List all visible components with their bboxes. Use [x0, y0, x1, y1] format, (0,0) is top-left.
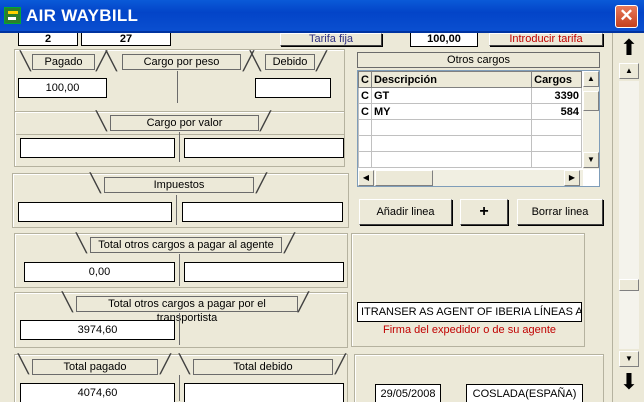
- agente-left-field[interactable]: 0,00: [24, 262, 175, 282]
- slash-left: ╲: [62, 292, 73, 312]
- cell-c[interactable]: C: [358, 87, 372, 104]
- tab-agente[interactable]: Total otros cargos a pagar al agente: [90, 237, 282, 253]
- grid-vertical-scrollbar[interactable]: ▲ ▼: [583, 71, 599, 169]
- debido-field[interactable]: [255, 78, 331, 98]
- slash-right: ╱: [316, 51, 327, 71]
- divider: [177, 71, 178, 103]
- introducir-tarifa-button[interactable]: Introducir tarifa: [489, 33, 603, 46]
- agente-right-field[interactable]: [184, 262, 344, 282]
- tab-pagado[interactable]: Pagado: [32, 54, 95, 70]
- close-button[interactable]: ✕: [615, 5, 638, 28]
- tarifa-fija-button[interactable]: Tarifa fija: [280, 33, 382, 46]
- total-debido-field[interactable]: [184, 383, 344, 402]
- divider: [176, 195, 177, 225]
- slash-right: ╱: [160, 354, 171, 374]
- otros-cargos-header: Otros cargos: [357, 52, 600, 68]
- total-pagado-field[interactable]: 4074,60: [20, 383, 175, 402]
- tarifa-value-field[interactable]: 100,00: [410, 33, 478, 47]
- scroll-left-icon[interactable]: ◀: [358, 170, 374, 186]
- slash-left: ╲: [18, 354, 29, 374]
- pagado-field[interactable]: 100,00: [18, 78, 107, 98]
- table-row[interactable]: C GT 3390: [358, 87, 582, 104]
- slash-left: ╲: [250, 51, 261, 71]
- add-plus-button[interactable]: +: [460, 199, 508, 225]
- divider: [179, 132, 180, 162]
- cell-descripcion[interactable]: MY: [370, 103, 533, 120]
- table-header-row: C Descripción Cargos: [358, 71, 582, 88]
- slash-left: ╲: [179, 354, 190, 374]
- horizontal-scroll-thumb[interactable]: [375, 170, 433, 186]
- divider: [179, 375, 180, 401]
- grid-horizontal-scrollbar[interactable]: ◀ ▶: [358, 170, 583, 186]
- page-scroll-track[interactable]: [619, 81, 639, 349]
- firma-label: Firma del expedidor o de su agente: [382, 324, 557, 336]
- page-down-icon[interactable]: ⬇: [619, 370, 639, 394]
- valor-left-field[interactable]: [20, 138, 175, 158]
- slash-left: ╲: [96, 111, 107, 131]
- slash-left: ╲: [90, 173, 101, 193]
- page-scroll-thumb[interactable]: [619, 279, 639, 291]
- cell-cargos[interactable]: 584: [531, 103, 582, 120]
- scroll-up-icon[interactable]: ▲: [583, 71, 599, 87]
- slash-right: ╱: [284, 233, 295, 253]
- form-content: 2 27 Tarifa fija 100,00 Introducir tarif…: [0, 33, 612, 402]
- place-field[interactable]: COSLADA(ESPAÑA): [466, 384, 583, 402]
- valor-right-field[interactable]: [184, 138, 344, 158]
- slash-right: ╱: [260, 111, 271, 131]
- window-title: AIR WAYBILL: [26, 6, 139, 25]
- page-up-icon[interactable]: ⬆: [619, 36, 639, 60]
- scroll-right-icon[interactable]: ▶: [564, 170, 580, 186]
- slash-left: ╲: [106, 51, 117, 71]
- cell-descripcion[interactable]: GT: [370, 87, 533, 104]
- slash-right: ╱: [256, 173, 267, 193]
- tab-transportista[interactable]: Total otros cargos a pagar por el transp…: [76, 296, 298, 324]
- otros-cargos-grid[interactable]: C Descripción Cargos C GT 3390 C MY 584 …: [357, 70, 600, 187]
- cell-cargos[interactable]: 3390: [531, 87, 582, 104]
- otros-cargos-table: C Descripción Cargos C GT 3390 C MY 584: [358, 71, 582, 168]
- cell-c[interactable]: C: [358, 103, 372, 120]
- top-field-1[interactable]: 2: [18, 33, 78, 46]
- tab-debido[interactable]: Debido: [265, 54, 315, 70]
- tab-total-debido[interactable]: Total debido: [193, 359, 333, 375]
- tab-cargo-peso[interactable]: Cargo por peso: [122, 54, 241, 70]
- scroll-down-icon[interactable]: ▼: [619, 351, 639, 367]
- col-header-cargos[interactable]: Cargos: [531, 71, 582, 88]
- col-header-c[interactable]: C: [358, 71, 372, 88]
- table-row[interactable]: [358, 151, 582, 168]
- slash-left: ╲: [76, 233, 87, 253]
- divider: [179, 313, 180, 345]
- transportista-field[interactable]: 3974,60: [20, 320, 175, 340]
- col-header-descripcion[interactable]: Descripción: [370, 71, 533, 88]
- scroll-up-icon[interactable]: ▲: [619, 63, 639, 79]
- table-row[interactable]: [358, 135, 582, 152]
- date-field[interactable]: 29/05/2008: [375, 384, 441, 402]
- slash-right: ╱: [298, 292, 309, 312]
- page-scrollbar[interactable]: ⬆ ▲ ▼ ⬇: [612, 33, 644, 402]
- app-icon: [4, 7, 21, 24]
- tab-total-pagado[interactable]: Total pagado: [32, 359, 158, 375]
- slash-left: ╲: [20, 51, 31, 71]
- scroll-thumb[interactable]: [583, 91, 599, 111]
- scroll-down-icon[interactable]: ▼: [583, 152, 599, 168]
- agent-signature-field[interactable]: ITRANSER AS AGENT OF IBERIA LÍNEAS A: [357, 302, 582, 322]
- impuestos-left-field[interactable]: [18, 202, 172, 222]
- tab-impuestos[interactable]: Impuestos: [104, 177, 254, 193]
- table-row[interactable]: [358, 119, 582, 136]
- add-line-button[interactable]: Añadir linea: [359, 199, 452, 225]
- divider: [179, 254, 180, 286]
- delete-line-button[interactable]: Borrar linea: [517, 199, 603, 225]
- slash-right: ╱: [335, 354, 346, 374]
- table-row[interactable]: C MY 584: [358, 103, 582, 120]
- impuestos-right-field[interactable]: [182, 202, 343, 222]
- top-field-2[interactable]: 27: [81, 33, 171, 46]
- tab-cargo-valor[interactable]: Cargo por valor: [110, 115, 259, 131]
